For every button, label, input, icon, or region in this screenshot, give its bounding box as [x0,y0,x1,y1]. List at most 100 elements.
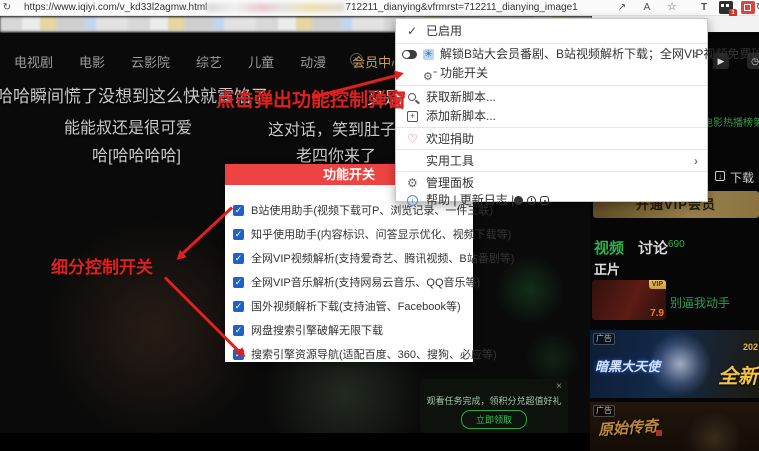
danmaku-comment: 老四你来了 [296,142,376,166]
menu-item-feature-switch[interactable]: ⚙ 功能开关 [396,65,707,82]
plus-square-icon: + [407,111,418,122]
ad-banner-legend[interactable]: 广告 原始传奇 [590,402,759,451]
extension-t-icon[interactable]: T [697,1,711,14]
nav-item-anime[interactable]: 动漫 [300,52,326,71]
switch-label: 网盘搜索引擎破解无限下载 [251,322,383,338]
nav-item-variety[interactable]: 综艺 [196,52,222,71]
switch-row[interactable]: ✓知乎使用助手(内容标识、问答显示优化、视频下载等) [233,226,511,242]
switch-label: 全网VIP视频解析(支持爱奇艺、腾讯视频、B站番剧等) [251,250,514,266]
ad-game-title: 暗黑大天使 [595,356,660,375]
menu-item-label: 获取新脚本... [426,89,496,106]
scene-bokeh-2 [525,330,580,385]
hot-rank-link[interactable]: 电影热播榜第 [703,114,759,129]
search-icon [408,93,416,101]
ad-big-text: 全新 [718,360,758,389]
discuss-count-badge: 690 [668,239,685,250]
nav-item-tv[interactable]: 电视剧 [14,52,53,71]
checkbox-checked-icon[interactable]: ✓ [233,325,244,336]
danmaku-comment: 哈[哈哈哈哈] [92,142,181,166]
script-name-label: 解锁B站大会员番剧、B站视频解析下载；全网VIP视频免费破... [440,46,759,63]
menu-item-script[interactable]: ✳ 解锁B站大会员番剧、B站视频解析下载；全网VIP视频免费破... › [396,46,707,63]
nav-item-movie[interactable]: 电影 [79,52,105,71]
help-changelog-label: 帮助 | 更新日志 | [426,192,514,209]
download-icon[interactable]: ↓ [715,171,725,181]
checkbox-checked-icon[interactable]: ✓ [233,253,244,264]
info-icon: i [407,195,418,206]
check-icon: ✓ [407,23,417,40]
userscript-icon: ✳ [423,49,434,60]
tampermonkey-icon[interactable]: 1 [719,1,733,14]
menu-item-label: 添加新脚本... [426,108,496,125]
menu-item-utilities[interactable]: 实用工具 › [396,153,707,170]
section-title: 正片 [594,259,620,278]
collections-icon[interactable]: ↻ [753,1,759,14]
annotation-popup-hint: 点击弹出功能控制弹窗 [216,85,406,112]
switch-label: 国外视频解析下载(支持油管、Facebook等) [251,298,461,314]
menu-item-help[interactable]: i 帮助 | 更新日志 | [396,192,707,209]
ad-game-title: 原始传奇 [597,415,658,440]
menu-item-dashboard[interactable]: ⚙ 管理面板 [396,175,707,192]
share-icon[interactable]: ↗ [615,1,629,14]
checkbox-checked-icon[interactable]: ✓ [233,277,244,288]
movie-title-link[interactable]: 别逼我动手 [670,294,730,311]
switch-row[interactable]: ✓搜索引擎资源导航(适配百度、360、搜狗、必应等) [233,346,497,362]
submenu-chevron-icon: › [694,46,698,63]
reload-icon[interactable]: ↻ [0,1,14,14]
menu-item-add-script[interactable]: + 添加新脚本... [396,108,707,125]
switch-row[interactable]: ✓ 全网VIP音乐解析(支持网易云音乐、QQ音乐等) [233,274,480,290]
url-censored-blur [207,3,345,12]
switch-label: 搜索引擎资源导航(适配百度、360、搜狗、必应等) [251,346,497,362]
switch-row[interactable]: ✓ 网盘搜索引擎破解无限下载 [233,322,383,338]
read-aloud-icon[interactable]: A [640,1,654,14]
submenu-chevron-icon: › [694,153,698,170]
nav-item-kids[interactable]: 儿童 [248,52,274,71]
download-button[interactable]: 下载 [730,169,754,186]
menu-item-label: 欢迎捐助 [426,131,474,148]
menu-item-label: 实用工具 [426,153,474,170]
gear-icon: ⚙ [407,175,418,192]
annotation-switch-hint: 细分控制开关 [51,253,153,278]
ad-tag: 广告 [593,405,615,417]
ad-tag: 广告 [593,333,615,345]
switch-label: 全网VIP音乐解析(支持网易云音乐、QQ音乐等) [251,274,480,290]
menu-item-enabled[interactable]: ✓ 已启用 [396,23,707,40]
danmaku-comment: 能能叔还是很可爱 [64,114,192,138]
checkbox-checked-icon[interactable]: ✓ [233,229,244,240]
switch-row[interactable]: ✓ 全网VIP视频解析(支持爱奇艺、腾讯视频、B站番剧等) [233,250,514,266]
player-bottom-strip [0,433,590,451]
close-icon[interactable]: × [556,381,562,392]
favorites-icon[interactable]: ☆ [665,1,679,14]
switch-row[interactable]: ✓ 国外视频解析下载(支持油管、Facebook等) [233,298,461,314]
ad-silhouette [679,408,749,451]
nav-chevron-down-icon[interactable]: ˅ [350,53,363,66]
checkbox-checked-icon[interactable]: ✓ [233,301,244,312]
tab-video[interactable]: 视频 [594,237,624,258]
menu-item-label: 管理面板 [426,175,474,192]
site-nav: 电视剧 电影 云影院 综艺 儿童 动漫 会员中心 [14,52,404,71]
website-icon[interactable] [540,196,549,205]
url-text[interactable]: https://www.iqiyi.com/v_kd33l2agmw.html7… [24,2,578,13]
github-icon[interactable] [514,196,523,205]
menu-item-label: 已启用 [426,23,462,40]
nav-item-cloud-cinema[interactable]: 云影院 [131,52,170,71]
menu-item-label: 功能开关 [440,65,488,82]
toggle-on-icon[interactable] [402,50,417,59]
tab-discuss[interactable]: 讨论 [638,237,668,258]
screen: ↻ https://www.iqiyi.com/v_kd33l2agmw.htm… [0,0,759,451]
reward-toast: × 观看任务完成，领积分兑超值好礼 立即领取 [420,379,568,433]
tampermonkey-menu: ✓ 已启用 ✳ 解锁B站大会员番剧、B站视频解析下载；全网VIP视频免费破...… [395,18,708,202]
browser-address-bar[interactable]: ↻ https://www.iqiyi.com/v_kd33l2agmw.htm… [0,0,759,16]
menu-item-donate[interactable]: ♡ 欢迎捐助 [396,131,707,148]
history-icon[interactable] [527,196,536,205]
menu-item-get-scripts[interactable]: 获取新脚本... [396,89,707,106]
vip-badge: VIP [649,280,666,289]
gears-icon: ⚙ [423,66,436,86]
checkbox-checked-icon[interactable]: ✓ [233,205,244,216]
claim-button[interactable]: 立即领取 [461,410,527,429]
toast-text: 观看任务完成，领积分兑超值好礼 [420,394,568,407]
rating-value: 7.9 [650,308,664,319]
ad-banner-dark-angel[interactable]: 广告 暗黑大天使 全新 202 [590,330,759,398]
ad-corner-text: 202 [743,342,758,352]
ad-seal-mark [656,430,662,436]
movie-thumbnail[interactable]: VIP 7.9 [592,280,666,320]
